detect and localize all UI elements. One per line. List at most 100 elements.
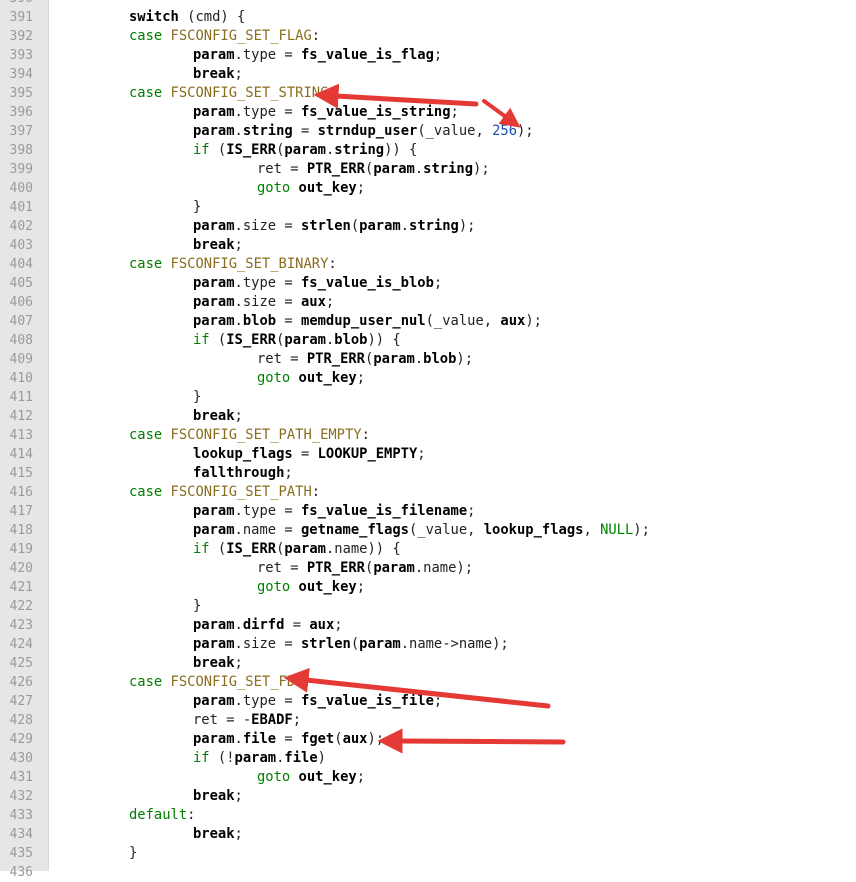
code-line[interactable]: 415 fallthrough;	[0, 464, 856, 483]
identifier: fs_value_is_filename	[301, 503, 468, 519]
line-content: }	[193, 597, 201, 616]
line-number: 434	[9, 827, 33, 842]
code-line[interactable]: 396 param.type = fs_value_is_string;	[0, 103, 856, 122]
code-line[interactable]: 425 break;	[0, 654, 856, 673]
line-content: ret = -EBADF;	[193, 711, 301, 730]
code-text: (_value,	[408, 522, 484, 538]
identifier: break	[193, 66, 235, 82]
identifier: param	[234, 750, 277, 766]
line-content: goto out_key;	[257, 179, 365, 198]
keyword: if	[193, 750, 210, 766]
code-line[interactable]: 399 ret = PTR_ERR(param.string);	[0, 160, 856, 179]
code-line[interactable]: 404 case FSCONFIG_SET_BINARY:	[0, 255, 856, 274]
code-text: .	[400, 218, 410, 234]
code-line[interactable]: 421 goto out_key;	[0, 578, 856, 597]
line-content: if (IS_ERR(param.name)) {	[193, 540, 401, 559]
code-line[interactable]: 393 param.type = fs_value_is_flag;	[0, 46, 856, 65]
code-text: .type =	[234, 503, 301, 519]
code-line[interactable]: 410 goto out_key;	[0, 369, 856, 388]
code-line[interactable]: 397 param.string = strndup_user(_value, 2…	[0, 122, 856, 141]
code-line[interactable]: 403 break;	[0, 236, 856, 255]
code-area[interactable]: 390 391 switch (cmd) {392 case FSCONFIG_SET…	[0, 0, 856, 882]
code-line[interactable]: 409 ret = PTR_ERR(param.blob);	[0, 350, 856, 369]
code-line[interactable]: 408 if (IS_ERR(param.blob)) {	[0, 331, 856, 350]
identifier: PTR_ERR	[306, 351, 365, 367]
code-editor[interactable]: 390 391 switch (cmd) {392 case FSCONFIG_SET…	[0, 0, 856, 880]
code-text: ;	[450, 104, 459, 120]
code-text: (	[209, 541, 227, 557]
line-content: param.string = strndup_user(_value, 256)…	[193, 122, 534, 141]
line-number: 410	[9, 371, 33, 386]
code-text: );	[456, 351, 474, 367]
code-line[interactable]: 414 lookup_flags = LOOKUP_EMPTY;	[0, 445, 856, 464]
code-line[interactable]: 412 break;	[0, 407, 856, 426]
identifier: fs_value_is_file	[301, 693, 434, 709]
code-line[interactable]: 430 if (!param.file)	[0, 749, 856, 768]
code-line[interactable]: 423 param.dirfd = aux;	[0, 616, 856, 635]
code-line[interactable]: 401}	[0, 198, 856, 217]
code-line[interactable]: 405 param.type = fs_value_is_blob;	[0, 274, 856, 293]
identifier: string	[409, 218, 459, 234]
code-line[interactable]: 413 case FSCONFIG_SET_PATH_EMPTY:	[0, 426, 856, 445]
line-number: 432	[9, 789, 33, 804]
code-line[interactable]: 424 param.size = strlen(param.name->name)…	[0, 635, 856, 654]
line-content: param.file = fget(aux);	[193, 730, 384, 749]
identifier: param	[359, 218, 401, 234]
code-line[interactable]: 402 param.size = strlen(param.string);	[0, 217, 856, 236]
line-content: param.type = fs_value_is_filename;	[193, 502, 475, 521]
line-content: case FSCONFIG_SET_BINARY:	[129, 255, 337, 274]
line-content: break;	[193, 407, 243, 426]
identifier: break	[193, 408, 235, 424]
code-line[interactable]: 395 case FSCONFIG_SET_STRING:	[0, 84, 856, 103]
code-line[interactable]: 431 goto out_key;	[0, 768, 856, 787]
code-line[interactable]: 420 ret = PTR_ERR(param.name);	[0, 559, 856, 578]
line-number: 420	[9, 561, 33, 576]
line-content: case FSCONFIG_SET_FD:	[129, 673, 303, 692]
code-text: ;	[417, 446, 426, 462]
code-line[interactable]: 422}	[0, 597, 856, 616]
line-content: case FSCONFIG_SET_STRING:	[129, 84, 337, 103]
code-text: ;	[234, 655, 243, 671]
code-line[interactable]: 392 case FSCONFIG_SET_FLAG:	[0, 27, 856, 46]
line-number: 416	[9, 485, 33, 500]
identifier: param	[193, 731, 235, 747]
code-line[interactable]: 432 break;	[0, 787, 856, 806]
code-line[interactable]: 394 break;	[0, 65, 856, 84]
code-line[interactable]: 398 if (IS_ERR(param.string)) {	[0, 141, 856, 160]
code-line[interactable]: 406 param.size = aux;	[0, 293, 856, 312]
code-line[interactable]: 428 ret = -EBADF;	[0, 711, 856, 730]
code-text: ;	[234, 408, 243, 424]
code-line[interactable]: 417 param.type = fs_value_is_filename;	[0, 502, 856, 521]
code-line[interactable]: 436	[0, 863, 856, 882]
line-number: 422	[9, 599, 33, 614]
line-number: 418	[9, 523, 33, 538]
code-line[interactable]: 426 case FSCONFIG_SET_FD:	[0, 673, 856, 692]
code-text: .	[234, 617, 243, 633]
code-text: :	[295, 674, 304, 690]
identifier: param	[373, 161, 415, 177]
code-line[interactable]: 427 param.type = fs_value_is_file;	[0, 692, 856, 711]
code-line[interactable]: 390	[0, 0, 856, 8]
code-line[interactable]: 429 param.file = fget(aux);	[0, 730, 856, 749]
code-line[interactable]: 411}	[0, 388, 856, 407]
code-line[interactable]: 418 param.name = getname_flags(_value, lo…	[0, 521, 856, 540]
line-number: 408	[9, 333, 33, 348]
code-line[interactable]: 433 default:	[0, 806, 856, 825]
code-line[interactable]: 391 switch (cmd) {	[0, 8, 856, 27]
line-content: case FSCONFIG_SET_PATH_EMPTY:	[129, 426, 370, 445]
code-text: );	[473, 161, 490, 177]
code-line[interactable]: 434 break;	[0, 825, 856, 844]
case-label: FSCONFIG_SET_FLAG	[170, 28, 312, 44]
line-content: param.size = strlen(param.name->name);	[193, 635, 509, 654]
code-line[interactable]: 416 case FSCONFIG_SET_PATH:	[0, 483, 856, 502]
identifier: dirfd	[242, 617, 285, 633]
code-line[interactable]: 400 goto out_key;	[0, 179, 856, 198]
code-line[interactable]: 435}	[0, 844, 856, 863]
identifier: strlen	[301, 218, 351, 234]
code-line[interactable]: 407 param.blob = memdup_user_nul(_value, …	[0, 312, 856, 331]
code-line[interactable]: 419 if (IS_ERR(param.name)) {	[0, 540, 856, 559]
identifier: blob	[242, 313, 277, 329]
